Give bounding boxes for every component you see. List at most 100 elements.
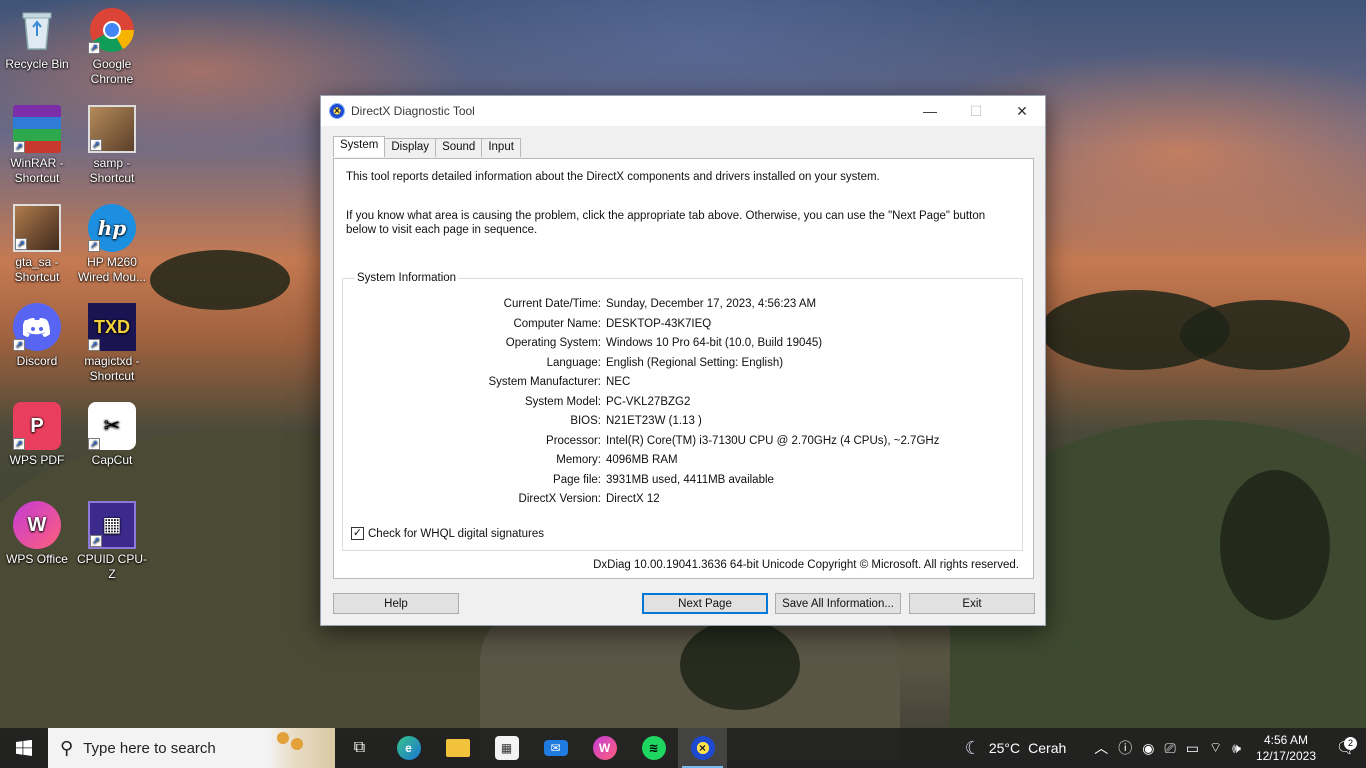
taskbar-edge[interactable]: e: [384, 728, 433, 768]
weather-moon-icon: ☾: [964, 737, 981, 758]
desktop-icon-label: gta_sa - Shortcut: [14, 255, 60, 284]
desktop-icon-label: CapCut: [91, 453, 133, 467]
desktop-icon-label: Google Chrome: [90, 57, 134, 86]
magictxd-icon: TXD ↗: [88, 303, 136, 351]
cpuz-icon: ▦ ↗: [88, 501, 136, 549]
battery-tray-icon[interactable]: ▭: [1181, 740, 1204, 757]
shortcut-arrow-icon: ↗: [13, 438, 25, 450]
weather-widget[interactable]: ☾ 25°C Cerah: [960, 738, 1090, 759]
maximize-button: ☐: [969, 102, 983, 119]
tab-strip: System Display Sound Input: [333, 136, 521, 157]
capcut-icon: ✂ ↗: [88, 402, 136, 450]
help-button[interactable]: Help: [333, 593, 459, 614]
desktop-icon-hp[interactable]: hp ↗ HP M260 Wired Mou...: [75, 204, 149, 285]
tab-sound[interactable]: Sound: [435, 138, 483, 157]
info-value: NEC: [606, 376, 631, 388]
wps-pdf-icon: P ↗: [13, 402, 61, 450]
clock-time: 4:56 AM: [1263, 733, 1308, 747]
save-all-information-button[interactable]: Save All Information...: [775, 593, 901, 614]
taskbar-wps-office[interactable]: W: [580, 728, 629, 768]
desktop-icon-gta-sa[interactable]: ↗ gta_sa - Shortcut: [0, 204, 74, 285]
start-button[interactable]: [0, 728, 48, 768]
desktop-icon-discord[interactable]: ↗ Discord: [0, 303, 74, 369]
desktop-icon-label: magictxd - Shortcut: [84, 354, 140, 383]
shortcut-arrow-icon: ↗: [90, 139, 102, 151]
info-label: BIOS:: [570, 415, 601, 427]
shortcut-arrow-icon: ↗: [88, 339, 100, 351]
info-label: Operating System:: [505, 337, 601, 349]
taskbar-search-box[interactable]: ⚲ Type here to search: [48, 728, 335, 768]
close-button[interactable]: ✕: [999, 96, 1045, 126]
desktop-icon-capcut[interactable]: ✂ ↗ CapCut: [75, 402, 149, 468]
info-row-model: System Model: PC-VKL27BZG2: [343, 396, 1023, 410]
desktop-icon-label: WPS Office: [6, 552, 68, 566]
minimize-button[interactable]: —: [907, 96, 953, 126]
taskbar-dxdiag[interactable]: ×: [678, 728, 727, 768]
info-row-page-file: Page file: 3931MB used, 4411MB available: [343, 474, 1023, 488]
speaker-icon: 🕪: [1232, 739, 1241, 756]
info-row-manufacturer: System Manufacturer: NEC: [343, 376, 1023, 390]
taskbar-spotify[interactable]: ≋: [629, 728, 678, 768]
meet-tray-icon[interactable]: ⎚: [1160, 740, 1181, 757]
info-row-bios: BIOS: N21ET23W (1.13 ): [343, 415, 1023, 429]
dxdiag-icon: ×: [329, 103, 345, 119]
desktop-icon-samp[interactable]: ↗ samp - Shortcut: [75, 105, 149, 186]
clock[interactable]: 4:56 AM 12/17/2023: [1246, 732, 1326, 764]
desktop-icon-wps-pdf[interactable]: P ↗ WPS PDF: [0, 402, 74, 468]
search-placeholder: Type here to search: [83, 739, 216, 757]
desktop-icon-label: Recycle Bin: [5, 57, 69, 71]
tab-display[interactable]: Display: [384, 138, 437, 157]
window-title: DirectX Diagnostic Tool: [351, 104, 475, 118]
next-page-button[interactable]: Next Page: [642, 593, 768, 614]
show-hidden-icons-button[interactable]: ︿: [1089, 738, 1113, 758]
desktop-icon-recycle-bin[interactable]: Recycle Bin: [0, 6, 74, 72]
tab-input[interactable]: Input: [481, 138, 521, 157]
shortcut-arrow-icon: ↗: [15, 238, 27, 250]
network-tray-icon[interactable]: ⌔: [1204, 739, 1227, 757]
info-row-computer-name: Computer Name: DESKTOP-43K7IEQ: [343, 318, 1023, 332]
windows-logo-icon: [16, 740, 32, 756]
recycle-bin-icon: [13, 6, 61, 54]
taskbar-mail[interactable]: ✉: [531, 728, 580, 768]
task-view-icon: ⧉: [353, 739, 366, 756]
weather-temperature: 25°C: [988, 740, 1021, 756]
desktop-icon-wps-office[interactable]: W WPS Office: [0, 501, 74, 567]
edge-icon: e: [396, 736, 421, 760]
help-tray-icon[interactable]: ⓘ: [1113, 738, 1137, 758]
desktop-icon-label: CPUID CPU-Z: [76, 552, 147, 581]
discord-icon: ↗: [13, 303, 61, 351]
info-label: Page file:: [553, 473, 601, 486]
record-tray-icon[interactable]: ◉: [1137, 740, 1159, 757]
info-value: 3931MB used, 4411MB available: [606, 473, 774, 486]
taskbar-file-explorer[interactable]: [433, 728, 482, 768]
info-value: N21ET23W (1.13 ): [606, 415, 702, 427]
tab-system[interactable]: System: [333, 136, 386, 157]
wifi-icon: ⌔: [1208, 739, 1223, 755]
desktop-icon-winrar[interactable]: ↗ WinRAR - Shortcut: [0, 105, 74, 186]
group-title: System Information: [355, 272, 459, 284]
whql-checkbox[interactable]: ✓: [351, 527, 364, 540]
whql-checkbox-row[interactable]: ✓ Check for WHQL digital signatures: [351, 527, 544, 540]
info-value: 4096MB RAM: [606, 454, 678, 466]
shortcut-arrow-icon: ↗: [88, 42, 100, 54]
info-label: Language:: [546, 356, 601, 369]
desktop-icon-chrome[interactable]: ↗ Google Chrome: [75, 6, 149, 87]
exit-button[interactable]: Exit: [909, 593, 1035, 614]
info-row-language: Language: English (Regional Setting: Eng…: [343, 357, 1023, 371]
shortcut-arrow-icon: ↗: [90, 535, 102, 547]
question-icon: ⓘ: [1118, 740, 1133, 756]
taskbar-microsoft-store[interactable]: ▦: [482, 728, 531, 768]
task-view-button[interactable]: ⧉: [335, 728, 384, 768]
system-tab-panel: This tool reports detailed information a…: [333, 158, 1034, 579]
desktop-icon-magictxd[interactable]: TXD ↗ magictxd - Shortcut: [75, 303, 149, 384]
desktop-icon-label: samp - Shortcut: [89, 156, 135, 185]
shortcut-arrow-icon: ↗: [88, 240, 100, 252]
desktop-icon-cpuz[interactable]: ▦ ↗ CPUID CPU-Z: [75, 501, 149, 582]
info-row-directx-version: DirectX Version: DirectX 12: [343, 493, 1023, 507]
title-bar[interactable]: × DirectX Diagnostic Tool — ☐ ✕: [321, 96, 1045, 126]
battery-icon: ▭: [1185, 739, 1199, 756]
action-center-button[interactable]: 🗨 2: [1326, 737, 1366, 758]
record-icon: ◉: [1142, 739, 1155, 756]
instructions-text: If you know what area is causing the pro…: [346, 210, 986, 236]
volume-tray-icon[interactable]: 🕪: [1227, 740, 1246, 757]
